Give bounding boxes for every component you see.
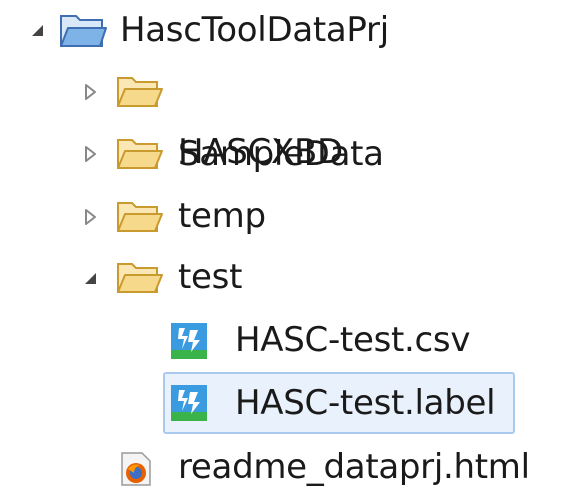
tree-label-folder: test — [178, 257, 243, 297]
tree-row-folder[interactable]: HASCXBD — [0, 60, 567, 172]
hasc-file-icon — [170, 384, 208, 422]
tree-label-file: HASC-test.csv — [235, 320, 471, 360]
firefox-html-icon — [118, 451, 154, 487]
collapsed-arrow-icon[interactable] — [80, 144, 100, 164]
hasc-file-icon — [170, 322, 208, 360]
tree-label-file: readme_dataprj.html — [178, 447, 530, 487]
folder-icon — [115, 197, 165, 237]
folder-icon — [115, 134, 165, 174]
tree-row-folder[interactable] — [0, 185, 567, 245]
tree-label-root: HascToolDataPrj — [120, 10, 389, 50]
expanded-arrow-icon[interactable] — [27, 20, 47, 40]
tree-row-root[interactable]: HascToolDataPrj — [0, 0, 567, 60]
tree-row-folder[interactable] — [0, 248, 567, 308]
tree-label-folder: SampleData — [178, 134, 384, 174]
folder-icon — [115, 72, 165, 112]
collapsed-arrow-icon[interactable] — [80, 82, 100, 102]
tree-label-folder: temp — [178, 196, 266, 236]
expanded-arrow-icon[interactable] — [80, 268, 100, 288]
collapsed-arrow-icon[interactable] — [80, 207, 100, 227]
folder-icon — [115, 258, 165, 298]
project-explorer-tree: HascToolDataPrj HASCXBD SampleData temp … — [0, 0, 567, 491]
tree-label-file: HASC-test.label — [235, 383, 496, 423]
project-folder-icon — [58, 10, 108, 50]
